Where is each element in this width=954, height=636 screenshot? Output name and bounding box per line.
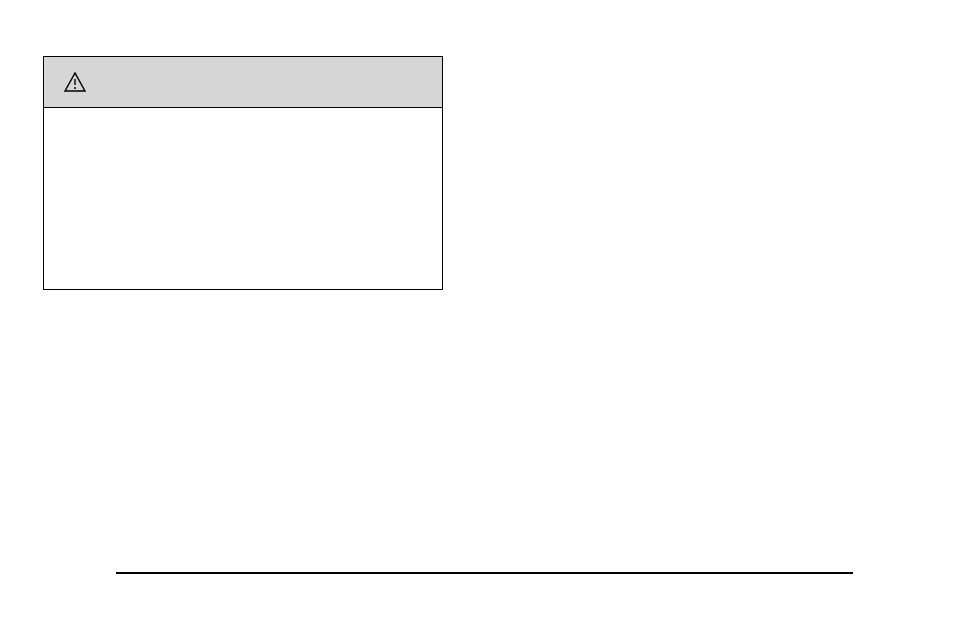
warning-triangle-icon xyxy=(64,72,86,92)
document-page xyxy=(0,0,954,636)
footer-rule xyxy=(116,572,853,574)
callout-header xyxy=(44,57,442,108)
warning-callout xyxy=(43,56,443,290)
callout-body xyxy=(44,108,442,289)
